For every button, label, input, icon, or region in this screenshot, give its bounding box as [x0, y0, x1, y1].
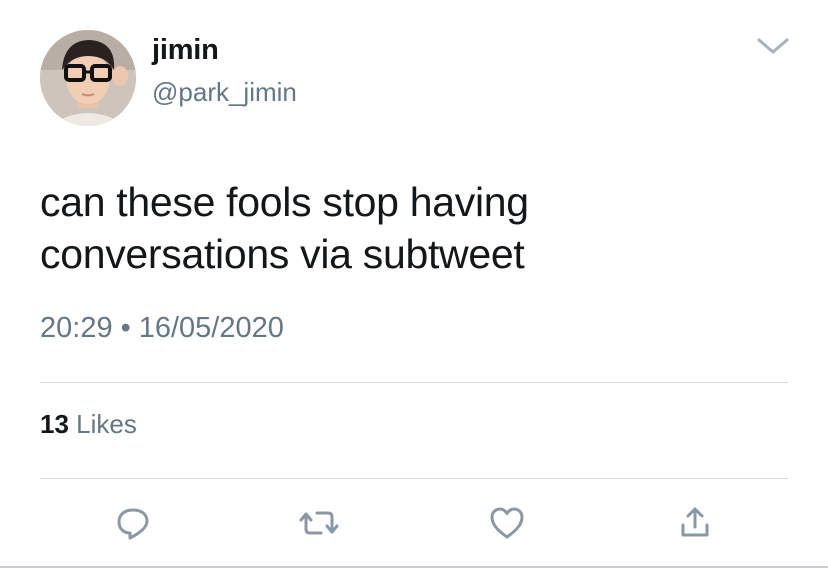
share-button[interactable] [672, 500, 718, 546]
retweet-button[interactable] [296, 500, 342, 546]
display-name[interactable]: jimin [152, 34, 219, 67]
tweet-detail: jimin @park_jimin can these fools stop h… [0, 0, 828, 570]
avatar-image [40, 30, 136, 126]
like-button[interactable] [484, 500, 530, 546]
avatar[interactable] [40, 30, 136, 126]
likes-count: 13 [40, 409, 69, 439]
likes-label: Likes [76, 409, 137, 439]
chevron-down-icon[interactable] [755, 30, 791, 60]
reply-icon [117, 508, 149, 540]
divider [40, 478, 788, 479]
retweet-icon [299, 511, 339, 535]
heart-icon [490, 507, 524, 539]
bottom-border [0, 566, 828, 568]
share-icon [681, 507, 709, 537]
reply-button[interactable] [110, 500, 156, 546]
action-bar [0, 500, 828, 546]
tweet-text: can these fools stop having conversation… [40, 179, 529, 277]
meta-separator: • [120, 312, 131, 344]
user-handle[interactable]: @park_jimin [152, 77, 297, 108]
tweet-time: 20:29 [40, 312, 113, 344]
divider [40, 382, 788, 383]
tweet-timestamp[interactable]: 20:29 • 16/05/2020 [40, 312, 284, 345]
tweet-date: 16/05/2020 [138, 312, 284, 344]
likes-stat[interactable]: 13 Likes [40, 409, 137, 440]
